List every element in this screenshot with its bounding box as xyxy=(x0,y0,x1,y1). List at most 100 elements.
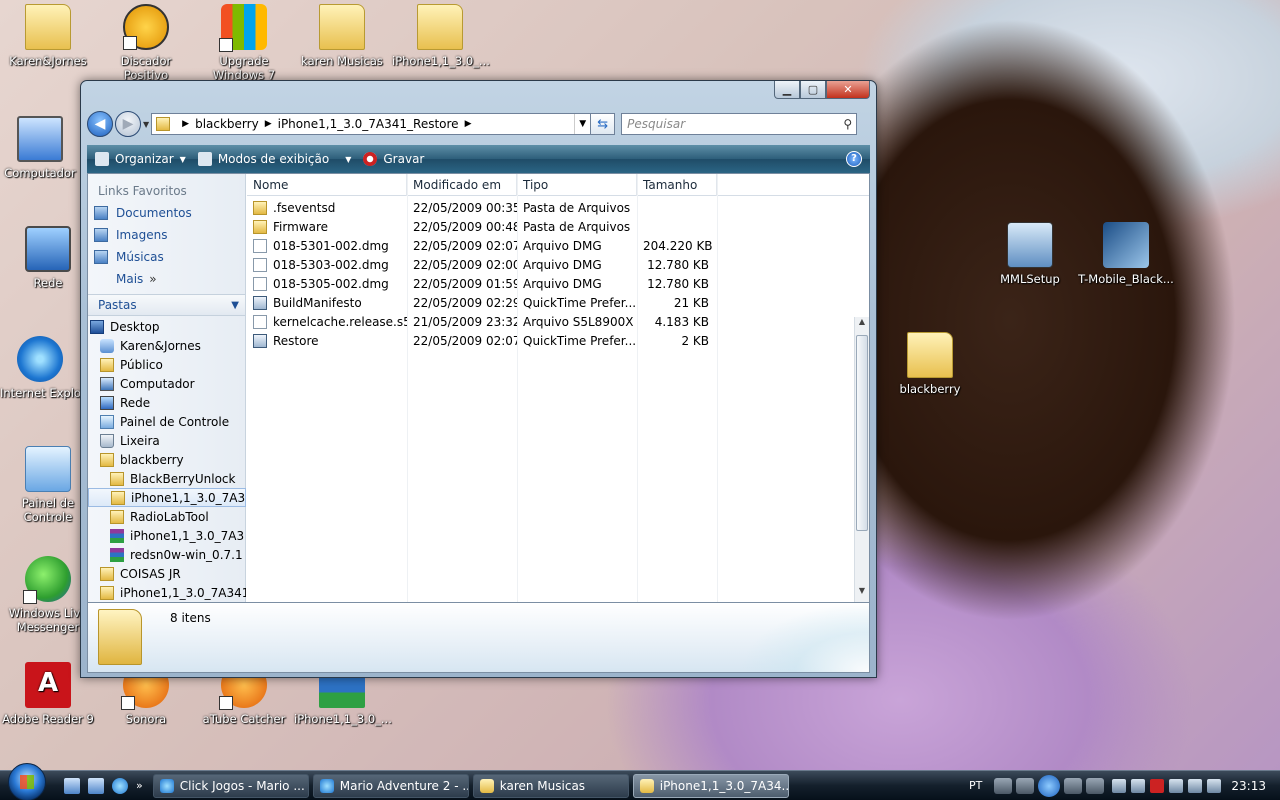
column-header-modified[interactable]: Modificado em xyxy=(407,174,517,196)
tree-item[interactable]: Rede xyxy=(88,393,246,412)
close-button[interactable]: ✕ xyxy=(826,81,870,99)
desktop-icon-mmlsetup[interactable]: MMLSetup xyxy=(982,222,1078,286)
tree-item-label: blackberry xyxy=(120,452,184,467)
switch-windows-icon[interactable] xyxy=(64,777,80,794)
breadcrumb-arrow-icon[interactable]: ▶ xyxy=(182,119,189,129)
taskbar-button-label: Click Jogos - Mario ... xyxy=(179,778,305,793)
views-button[interactable]: Modos de exibição ▼ xyxy=(197,152,351,166)
maximize-button[interactable]: ▢ xyxy=(800,81,826,99)
search-icon[interactable]: ⚲ xyxy=(843,117,856,131)
play-icon[interactable] xyxy=(1038,774,1061,797)
tree-item[interactable]: Computador xyxy=(88,374,246,393)
help-icon[interactable]: ? xyxy=(846,151,862,167)
tree-item[interactable]: RadioLabTool xyxy=(88,507,246,526)
file-modified: 22/05/2009 02:07 xyxy=(413,238,517,253)
tree-item[interactable]: blackberry xyxy=(88,450,246,469)
file-row[interactable]: 018-5303-002.dmg 22/05/2009 02:00 Arquivo … xyxy=(247,255,869,274)
clock[interactable]: 23:13 xyxy=(1231,779,1266,793)
previous-icon[interactable] xyxy=(1016,777,1035,794)
language-indicator[interactable]: PT xyxy=(969,779,982,792)
tree-item[interactable]: Lixeira xyxy=(88,431,246,450)
tray-icon[interactable] xyxy=(1112,778,1127,793)
address-dropdown-icon[interactable]: ▼ xyxy=(574,114,590,134)
computer-icon xyxy=(100,376,114,391)
desktop-icon-iphone-folder[interactable]: iPhone1,1_3.0_... xyxy=(392,4,490,68)
burn-button[interactable]: Gravar xyxy=(363,152,424,166)
desktop-icon-tmobile[interactable]: T-Mobile_Black... xyxy=(1078,222,1174,286)
column-header-type[interactable]: Tipo xyxy=(517,174,637,196)
organize-button[interactable]: Organizar ▼ xyxy=(95,152,186,166)
start-button[interactable] xyxy=(8,762,46,800)
volume-tray-icon[interactable] xyxy=(1207,778,1222,793)
file-row[interactable]: 018-5305-002.dmg 22/05/2009 01:59 Arquivo … xyxy=(247,274,869,293)
favorite-link-documentos[interactable]: Documentos xyxy=(88,202,245,224)
tree-item[interactable]: Desktop xyxy=(88,317,246,336)
user-folder-icon xyxy=(25,4,71,50)
desktop-icon-karen-jornes[interactable]: Karen&Jornes xyxy=(0,4,96,68)
tree-item[interactable]: Público xyxy=(88,355,246,374)
tree-item[interactable]: redsn0w-win_0.7.1 xyxy=(88,545,246,564)
back-button[interactable]: ◀ xyxy=(87,111,113,137)
column-header-size[interactable]: Tamanho xyxy=(637,174,717,196)
file-type: Arquivo DMG xyxy=(523,238,602,253)
favorites-header: Links Favoritos xyxy=(98,184,187,198)
column-header-name[interactable]: Nome xyxy=(247,174,407,196)
file-row[interactable]: 018-5301-002.dmg 22/05/2009 02:07 Arquivo … xyxy=(247,236,869,255)
file-size: 21 KB xyxy=(673,295,709,310)
desktop-icon-blackberry[interactable]: blackberry xyxy=(882,332,978,396)
show-desktop-icon[interactable] xyxy=(88,777,104,794)
file-row[interactable]: .fseventsd 22/05/2009 00:35 Pasta de Arqui… xyxy=(247,198,869,217)
breadcrumb-arrow-icon[interactable]: ▶ xyxy=(465,119,472,129)
command-bar: Organizar ▼ Modos de exibição ▼ Gravar ? xyxy=(87,145,870,173)
tree-item[interactable]: Painel de Controle xyxy=(88,412,246,431)
file-row[interactable]: BuildManifesto 22/05/2009 02:29 QuickTime … xyxy=(247,293,869,312)
desktop-icon-upgrade-windows7[interactable]: Upgrade Windows 7 xyxy=(196,4,292,80)
address-bar[interactable]: ▶ blackberry ▶ iPhone1,1_3.0_7A341_Resto… xyxy=(151,113,592,135)
network-tray-icon[interactable] xyxy=(1188,778,1203,793)
breadcrumb-arrow-icon[interactable]: ▶ xyxy=(265,119,272,129)
volume-icon[interactable] xyxy=(1086,777,1105,794)
breadcrumb-item[interactable]: blackberry xyxy=(195,117,259,131)
tree-item[interactable]: iPhone1,1_3.0_7A3 xyxy=(88,526,246,545)
quick-launch: » xyxy=(64,777,153,794)
antivirus-icon[interactable] xyxy=(1150,778,1165,793)
tree-item[interactable]: iPhone1,1_3.0_7A341 xyxy=(88,583,246,602)
desktop-icon-internet-explorer[interactable]: Internet Explorer xyxy=(0,336,80,400)
breadcrumb-item[interactable]: iPhone1,1_3.0_7A341_Restore xyxy=(278,117,459,131)
folders-header[interactable]: Pastas ▼ xyxy=(88,294,245,316)
taskbar-button[interactable]: Mario Adventure 2 - ... xyxy=(312,773,469,798)
tray-icon[interactable] xyxy=(1131,778,1146,793)
taskbar-button[interactable]: karen Musicas xyxy=(472,773,629,798)
minimize-button[interactable]: ▁ xyxy=(774,81,800,99)
file-row[interactable]: kernelcache.release.s5l... 21/05/2009 23:… xyxy=(247,312,869,331)
refresh-button[interactable]: ⇆ xyxy=(591,113,616,135)
desktop-icon-discador-positivo[interactable]: Discador Positivo xyxy=(98,4,194,82)
file-type: Arquivo DMG xyxy=(523,257,602,272)
stop-icon[interactable] xyxy=(994,777,1013,794)
folder-icon xyxy=(907,332,953,378)
internet-explorer-icon[interactable] xyxy=(112,777,128,794)
recent-pages-dropdown[interactable]: ▼ xyxy=(143,120,149,129)
desktop-icon-label: aTube Catcher xyxy=(202,712,286,726)
tree-item[interactable]: COISAS JR xyxy=(88,564,246,583)
forward-button[interactable]: ▶ xyxy=(115,111,141,137)
favorite-link-musicas[interactable]: Músicas xyxy=(88,246,245,268)
tree-item[interactable]: Karen&Jornes xyxy=(88,336,246,355)
next-icon[interactable] xyxy=(1064,777,1083,794)
desktop-icon-karen-musicas[interactable]: karen Musicas xyxy=(294,4,390,68)
tree-item[interactable]: iPhone1,1_3.0_7A3 xyxy=(88,488,246,507)
tree-item[interactable]: BlackBerryUnlock xyxy=(88,469,246,488)
tray-icon[interactable] xyxy=(1169,778,1184,793)
folder-icon xyxy=(417,4,463,50)
favorite-link-mais[interactable]: Mais » xyxy=(88,268,245,290)
taskbar-button-active[interactable]: iPhone1,1_3.0_7A34... xyxy=(632,773,789,798)
file-row[interactable]: Restore 22/05/2009 02:07 QuickTime Prefer.… xyxy=(247,331,869,350)
taskbar-button[interactable]: Click Jogos - Mario ... xyxy=(152,773,309,798)
file-row[interactable]: Firmware 22/05/2009 00:48 Pasta de Arquivo… xyxy=(247,217,869,236)
double-chevron-icon[interactable]: » xyxy=(136,779,143,792)
search-input[interactable]: Pesquisar ⚲ xyxy=(621,113,858,135)
tree-item-label: Painel de Controle xyxy=(120,414,230,429)
favorite-link-imagens[interactable]: Imagens xyxy=(88,224,245,246)
favorite-label: Mais xyxy=(116,272,144,286)
desktop-icon-computador[interactable]: Computador xyxy=(0,116,80,180)
